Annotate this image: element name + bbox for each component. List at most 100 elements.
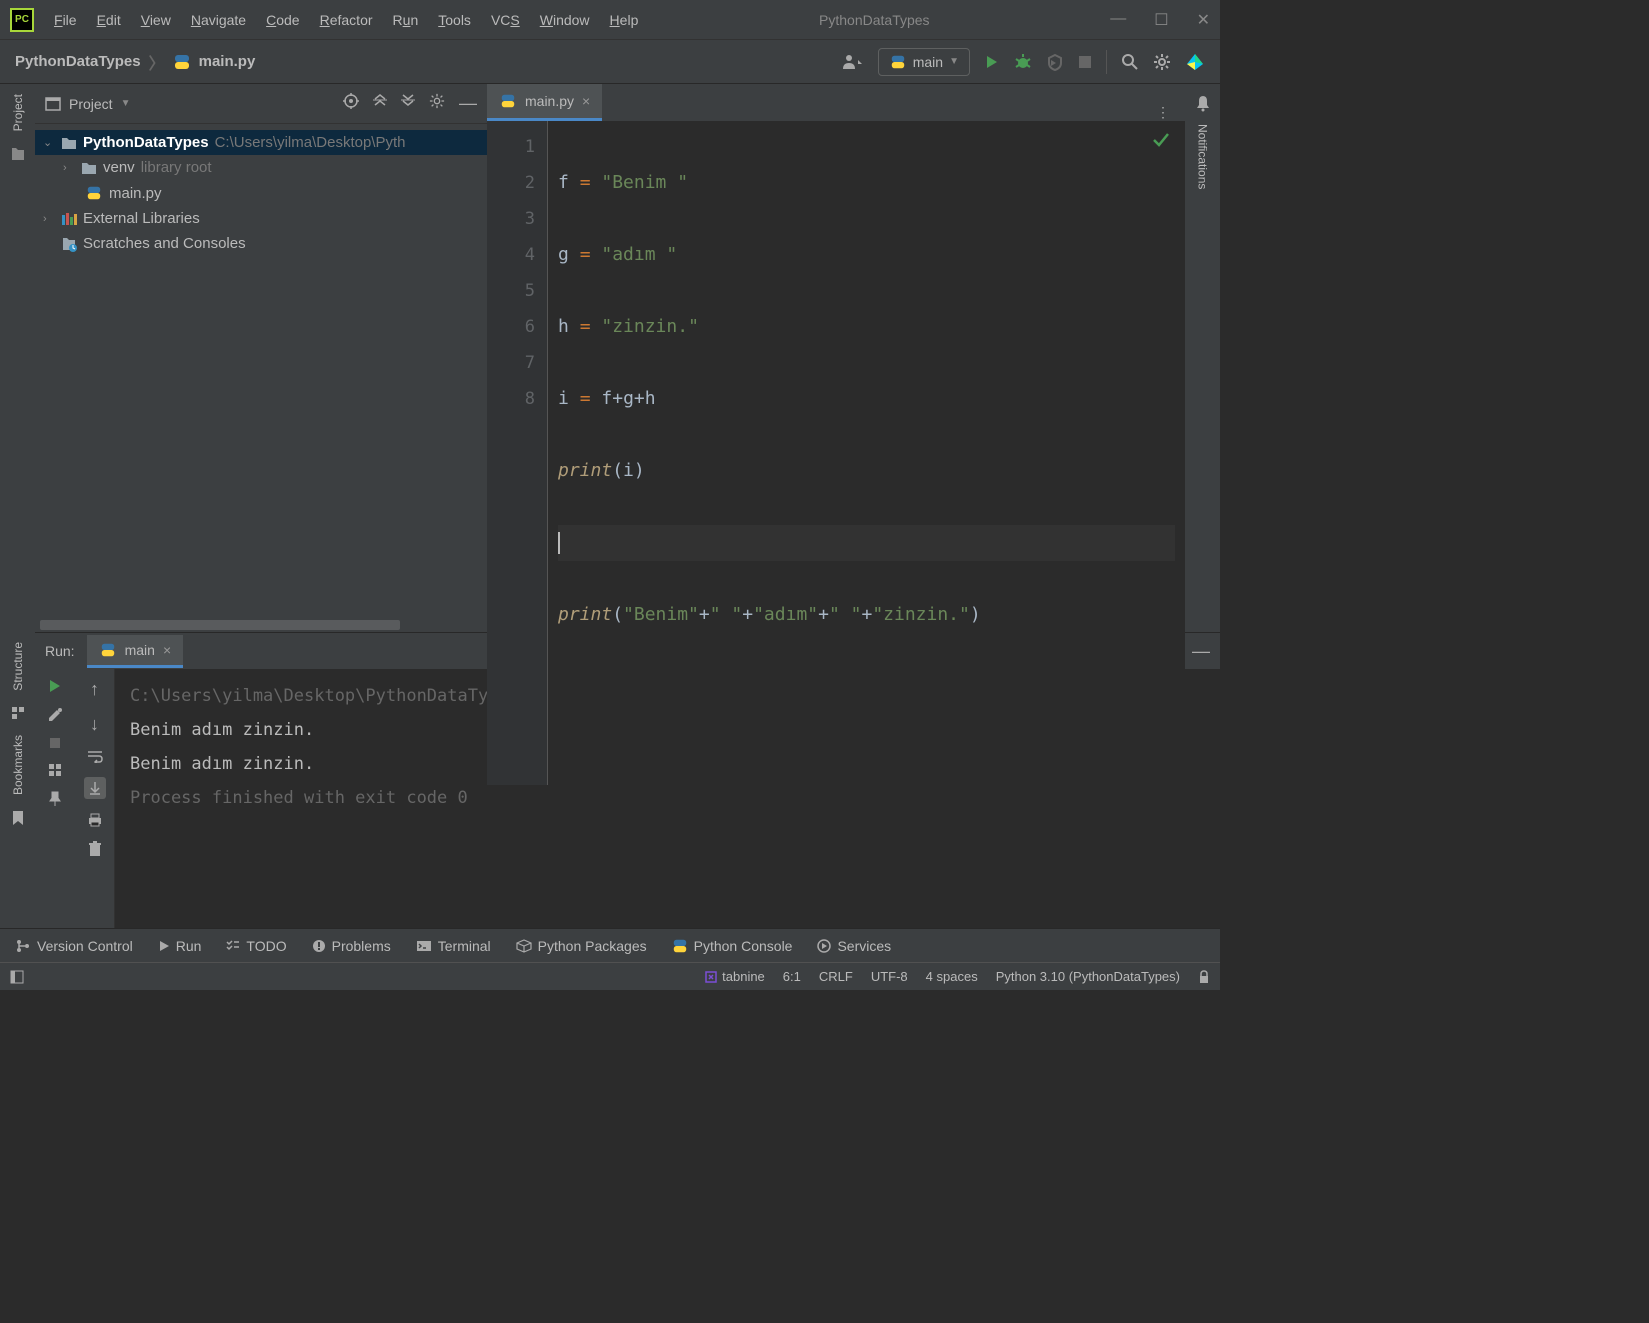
services-button[interactable]: Services <box>817 938 891 954</box>
tool-windows-icon[interactable] <box>10 970 24 984</box>
bookmark-icon[interactable] <box>12 810 24 826</box>
window-title: PythonDataTypes <box>638 12 1110 28</box>
run-tool-button[interactable]: Run <box>158 938 202 954</box>
settings-icon[interactable] <box>1153 53 1171 71</box>
notifications-tool-button[interactable]: Notifications <box>1196 124 1210 189</box>
run-button[interactable] <box>984 54 1000 70</box>
line-separator[interactable]: CRLF <box>819 969 853 984</box>
code-content[interactable]: f = "Benim " g = "adım " h = "zinzin." i… <box>547 121 1185 785</box>
library-icon <box>61 212 77 226</box>
search-icon[interactable] <box>1121 53 1139 71</box>
file-icon[interactable] <box>10 146 26 162</box>
label: Problems <box>332 938 391 954</box>
collapse-all-icon[interactable] <box>401 93 415 114</box>
close-button[interactable]: ✕ <box>1197 10 1210 30</box>
stop-button[interactable] <box>49 737 61 749</box>
jetbrains-icon[interactable] <box>1185 52 1205 72</box>
menu-navigate[interactable]: Navigate <box>191 12 246 28</box>
run-panel-label: Run: <box>45 643 75 659</box>
scrollbar-thumb[interactable] <box>40 620 400 630</box>
cursor-position[interactable]: 6:1 <box>783 969 801 984</box>
python-console-button[interactable]: Python Console <box>672 938 793 954</box>
terminal-button[interactable]: Terminal <box>416 938 491 954</box>
python-interpreter[interactable]: Python 3.10 (PythonDataTypes) <box>996 969 1180 984</box>
user-icon[interactable] <box>842 53 864 71</box>
tabnine-indicator[interactable]: tabnine <box>704 969 765 984</box>
expand-arrow-icon[interactable]: ⌄ <box>43 136 55 149</box>
lock-icon[interactable] <box>1198 970 1210 984</box>
pin-icon[interactable] <box>48 791 62 807</box>
close-tab-icon[interactable]: × <box>163 642 171 658</box>
bookmarks-tool-button[interactable]: Bookmarks <box>11 735 25 795</box>
inspection-ok-icon[interactable] <box>1152 131 1170 149</box>
panel-settings-icon[interactable] <box>429 93 445 114</box>
tree-scratches[interactable]: Scratches and Consoles <box>35 231 487 256</box>
down-stack-icon[interactable]: ↓ <box>90 714 99 735</box>
rerun-button[interactable] <box>48 679 62 693</box>
python-packages-button[interactable]: Python Packages <box>516 938 647 954</box>
run-config-selector[interactable]: main ▼ <box>878 48 970 76</box>
close-tab-icon[interactable]: × <box>582 93 590 109</box>
modify-run-config-icon[interactable] <box>47 707 63 723</box>
stop-button[interactable] <box>1078 55 1092 69</box>
hide-panel-icon[interactable]: — <box>459 93 477 114</box>
divider <box>1106 50 1107 74</box>
editor-tab-name: main.py <box>525 93 574 109</box>
menu-window[interactable]: Window <box>540 12 590 28</box>
menu-view[interactable]: View <box>141 12 171 28</box>
menu-refactor[interactable]: Refactor <box>320 12 373 28</box>
scroll-to-end-icon[interactable] <box>84 777 106 799</box>
maximize-button[interactable]: ☐ <box>1154 10 1168 30</box>
right-tool-sidebar: Notifications <box>1185 84 1220 632</box>
structure-icon[interactable] <box>11 706 25 720</box>
tree-item-venv[interactable]: › venv library root <box>35 155 487 180</box>
problems-button[interactable]: Problems <box>312 938 391 954</box>
up-stack-icon[interactable]: ↑ <box>90 679 99 700</box>
delete-icon[interactable] <box>88 841 102 857</box>
version-control-button[interactable]: Version Control <box>15 938 133 954</box>
breadcrumb-file[interactable]: main.py <box>199 53 256 70</box>
line-number: 5 <box>487 273 535 309</box>
breadcrumb: PythonDataTypes 〉 main.py <box>15 50 255 74</box>
line-number: 1 <box>487 129 535 165</box>
menu-code[interactable]: Code <box>266 12 299 28</box>
structure-tool-button[interactable]: Structure <box>11 642 25 691</box>
menu-edit[interactable]: Edit <box>97 12 121 28</box>
tree-item-main-py[interactable]: main.py <box>35 180 487 206</box>
editor-tab-main-py[interactable]: main.py × <box>487 84 602 121</box>
soft-wrap-icon[interactable] <box>87 749 103 763</box>
editor-body[interactable]: 1 2 3 4 5 6 7 8 f = "Benim " g = "adım "… <box>487 121 1185 785</box>
minimize-button[interactable]: — <box>1110 10 1126 30</box>
notifications-icon[interactable] <box>1195 94 1211 112</box>
tree-external-libraries[interactable]: › External Libraries <box>35 206 487 231</box>
project-tool-button[interactable]: Project <box>11 94 25 131</box>
expand-all-icon[interactable] <box>373 93 387 114</box>
expand-arrow-icon[interactable]: › <box>63 162 75 174</box>
menu-file[interactable]: File <box>54 12 77 28</box>
tree-folder-name: venv <box>103 159 135 176</box>
project-panel-title[interactable]: Project <box>69 96 113 112</box>
debug-button[interactable] <box>1014 53 1032 71</box>
horizontal-scrollbar[interactable] <box>35 618 487 632</box>
layout-icon[interactable] <box>48 763 62 777</box>
dropdown-icon[interactable]: ▼ <box>121 98 131 109</box>
breadcrumb-project[interactable]: PythonDataTypes <box>15 53 141 70</box>
menu-run[interactable]: Run <box>393 12 419 28</box>
print-icon[interactable] <box>87 813 103 827</box>
editor-area: main.py × ⋮ 1 2 3 4 5 6 7 8 f = "Benim "… <box>487 84 1185 632</box>
menu-tools[interactable]: Tools <box>438 12 471 28</box>
tree-root[interactable]: ⌄ PythonDataTypes C:\Users\yilma\Desktop… <box>35 130 487 155</box>
label: Python Console <box>694 938 793 954</box>
todo-button[interactable]: TODO <box>226 938 286 954</box>
expand-arrow-icon[interactable]: › <box>43 213 55 225</box>
run-toolbar-primary <box>35 669 75 928</box>
select-opened-file-icon[interactable] <box>343 93 359 114</box>
menu-vcs[interactable]: VCS <box>491 12 520 28</box>
run-tab-main[interactable]: main × <box>87 635 184 668</box>
hide-run-panel-icon[interactable]: — <box>1192 641 1210 662</box>
editor-tab-menu-icon[interactable]: ⋮ <box>1141 104 1185 121</box>
file-encoding[interactable]: UTF-8 <box>871 969 908 984</box>
menu-help[interactable]: Help <box>610 12 639 28</box>
indent-setting[interactable]: 4 spaces <box>926 969 978 984</box>
coverage-button[interactable] <box>1046 53 1064 71</box>
